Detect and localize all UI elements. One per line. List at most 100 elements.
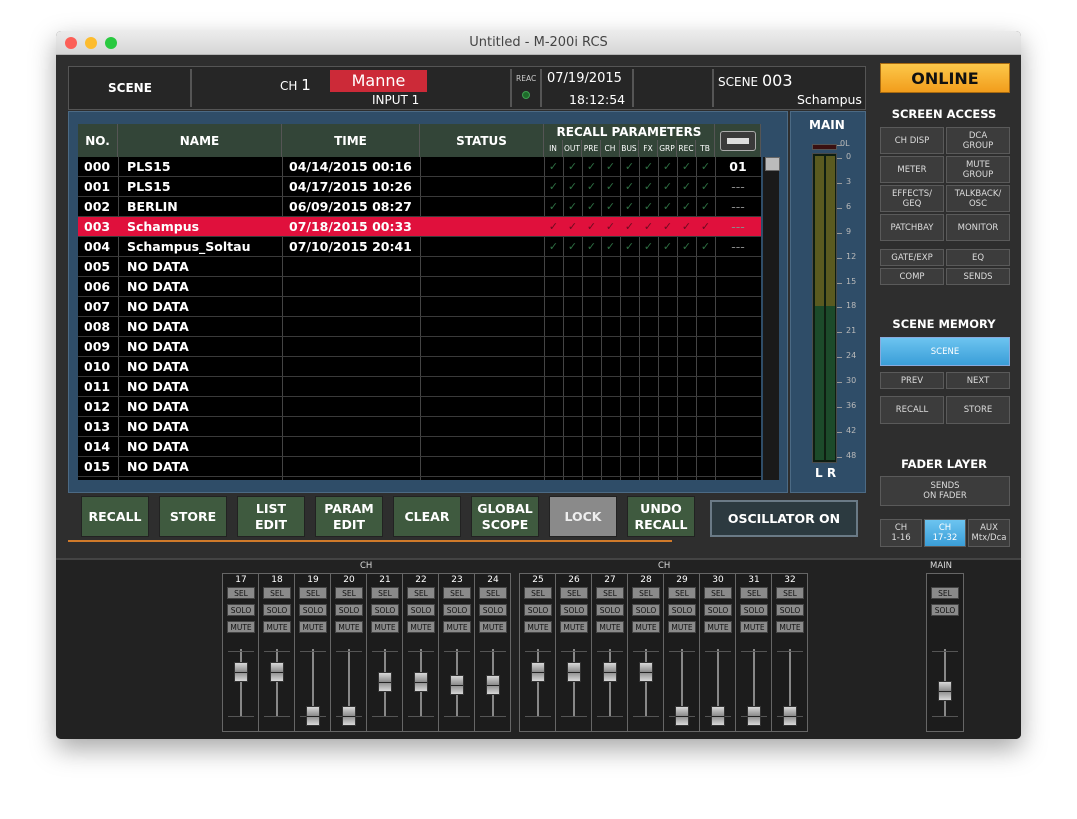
mute-button[interactable]: MUTE xyxy=(560,621,588,633)
sel-button[interactable]: SEL xyxy=(931,587,959,599)
scene-row[interactable]: 012 NO DATA xyxy=(78,397,761,417)
mute-button[interactable]: MUTE xyxy=(479,621,507,633)
global-scope-button[interactable]: GLOBAL SCOPE xyxy=(471,496,539,537)
fader-knob[interactable] xyxy=(783,705,797,726)
sel-button[interactable]: SEL xyxy=(740,587,768,599)
store-button[interactable]: STORE xyxy=(159,496,227,537)
screen-access-button[interactable]: METER xyxy=(880,156,944,183)
solo-button[interactable]: SOLO xyxy=(740,604,768,616)
solo-button[interactable]: SOLO xyxy=(335,604,363,616)
mute-button[interactable]: MUTE xyxy=(740,621,768,633)
sel-button[interactable]: SEL xyxy=(668,587,696,599)
sel-button[interactable]: SEL xyxy=(479,587,507,599)
screen-access-button[interactable]: CH DISP xyxy=(880,127,944,154)
mute-button[interactable]: MUTE xyxy=(335,621,363,633)
fader-layer-button[interactable]: CH 1-16 xyxy=(880,519,922,547)
screen-access-button[interactable]: MONITOR xyxy=(946,214,1010,241)
scrollbar-thumb[interactable] xyxy=(765,157,780,171)
fader-knob[interactable] xyxy=(270,661,284,682)
mute-button[interactable]: MUTE xyxy=(668,621,696,633)
mute-button[interactable]: MUTE xyxy=(704,621,732,633)
mute-button[interactable]: MUTE xyxy=(632,621,660,633)
online-button[interactable]: ONLINE xyxy=(880,63,1010,93)
scene-memory-scene-button[interactable]: SCENE xyxy=(880,337,1010,366)
solo-button[interactable]: SOLO xyxy=(299,604,327,616)
solo-button[interactable]: SOLO xyxy=(371,604,399,616)
scene-row[interactable]: 007 NO DATA xyxy=(78,297,761,317)
fader-knob[interactable] xyxy=(414,672,428,693)
mute-button[interactable]: MUTE xyxy=(407,621,435,633)
mute-button[interactable]: MUTE xyxy=(443,621,471,633)
solo-button[interactable]: SOLO xyxy=(560,604,588,616)
screen-access-button[interactable]: EFFECTS/ GEQ xyxy=(880,185,944,212)
solo-button[interactable]: SOLO xyxy=(931,604,959,616)
fader-knob[interactable] xyxy=(531,661,545,682)
next-button[interactable]: NEXT xyxy=(946,372,1010,389)
scene-row[interactable]: 000 PLS15 04/14/2015 00:16 ✓ ✓ ✓ ✓ ✓ ✓ ✓ ✓ ✓ 01 xyxy=(78,157,761,177)
screen-access-button[interactable]: COMP xyxy=(880,268,944,285)
scene-row[interactable]: 015 NO DATA xyxy=(78,457,761,477)
sel-button[interactable]: SEL xyxy=(776,587,804,599)
sel-button[interactable]: SEL xyxy=(407,587,435,599)
scene-row[interactable]: 004 Schampus_Soltau 07/10/2015 20:41 ✓ ✓ ✓ ✓ ✓ ✓… xyxy=(78,237,761,257)
param-edit-button[interactable]: PARAM EDIT xyxy=(315,496,383,537)
channel-name[interactable]: Manne xyxy=(330,70,427,92)
scene-row[interactable]: 013 NO DATA xyxy=(78,417,761,437)
table-scrollbar[interactable] xyxy=(763,157,779,480)
scene-row[interactable]: 003 Schampus 07/18/2015 00:33 ✓ ✓ ✓ ✓ ✓ ✓ ✓ ✓ ✓ --- xyxy=(78,217,761,237)
fader-knob[interactable] xyxy=(342,705,356,726)
fader-knob[interactable] xyxy=(675,705,689,726)
fader-knob[interactable] xyxy=(711,705,725,726)
mute-button[interactable]: MUTE xyxy=(371,621,399,633)
sel-button[interactable]: SEL xyxy=(263,587,291,599)
screen-access-button[interactable]: EQ xyxy=(946,249,1010,266)
oscillator-on-button[interactable]: OSCILLATOR ON xyxy=(710,500,858,537)
solo-button[interactable]: SOLO xyxy=(227,604,255,616)
screen-access-button[interactable]: MUTE GROUP xyxy=(946,156,1010,183)
sel-button[interactable]: SEL xyxy=(560,587,588,599)
sel-button[interactable]: SEL xyxy=(704,587,732,599)
sel-button[interactable]: SEL xyxy=(227,587,255,599)
solo-button[interactable]: SOLO xyxy=(668,604,696,616)
solo-button[interactable]: SOLO xyxy=(443,604,471,616)
solo-button[interactable]: SOLO xyxy=(524,604,552,616)
sel-button[interactable]: SEL xyxy=(335,587,363,599)
fader-knob[interactable] xyxy=(378,672,392,693)
scene-row[interactable]: 002 BERLIN 06/09/2015 08:27 ✓ ✓ ✓ ✓ ✓ ✓ ✓ ✓ ✓ --- xyxy=(78,197,761,217)
sel-button[interactable]: SEL xyxy=(596,587,624,599)
solo-button[interactable]: SOLO xyxy=(407,604,435,616)
screen-access-button[interactable]: TALKBACK/ OSC xyxy=(946,185,1010,212)
clear-button[interactable]: CLEAR xyxy=(393,496,461,537)
scene-row[interactable]: 010 NO DATA xyxy=(78,357,761,377)
mute-button[interactable]: MUTE xyxy=(596,621,624,633)
fader-knob[interactable] xyxy=(306,705,320,726)
solo-button[interactable]: SOLO xyxy=(263,604,291,616)
solo-button[interactable]: SOLO xyxy=(704,604,732,616)
screen-access-button[interactable]: GATE/EXP xyxy=(880,249,944,266)
fader-layer-button[interactable]: CH 17-32 xyxy=(924,519,966,547)
fader-knob[interactable] xyxy=(234,661,248,682)
solo-button[interactable]: SOLO xyxy=(632,604,660,616)
screen-access-button[interactable]: DCA GROUP xyxy=(946,127,1010,154)
mute-button[interactable]: MUTE xyxy=(227,621,255,633)
undo-recall-button[interactable]: UNDO RECALL xyxy=(627,496,695,537)
scene-row[interactable]: 008 NO DATA xyxy=(78,317,761,337)
scene-store-button[interactable]: STORE xyxy=(946,396,1010,424)
sel-button[interactable]: SEL xyxy=(524,587,552,599)
list-edit-button[interactable]: LIST EDIT xyxy=(237,496,305,537)
scene-row[interactable]: 009 NO DATA xyxy=(78,337,761,357)
mute-button[interactable]: MUTE xyxy=(299,621,327,633)
scene-row[interactable]: 005 NO DATA xyxy=(78,257,761,277)
scene-recall-button[interactable]: RECALL xyxy=(880,396,944,424)
main-fader-knob[interactable] xyxy=(938,680,952,701)
fader-knob[interactable] xyxy=(603,661,617,682)
fader-knob[interactable] xyxy=(747,705,761,726)
prev-button[interactable]: PREV xyxy=(880,372,944,389)
scene-row[interactable]: 001 PLS15 04/17/2015 10:26 ✓ ✓ ✓ ✓ ✓ ✓ ✓ ✓ ✓ --- xyxy=(78,177,761,197)
sends-on-fader-button[interactable]: SENDS ON FADER xyxy=(880,476,1010,506)
scene-row[interactable]: 011 NO DATA xyxy=(78,377,761,397)
sel-button[interactable]: SEL xyxy=(299,587,327,599)
fader-layer-button[interactable]: AUX Mtx/Dca xyxy=(968,519,1010,547)
fader-knob[interactable] xyxy=(486,675,500,696)
sel-button[interactable]: SEL xyxy=(371,587,399,599)
